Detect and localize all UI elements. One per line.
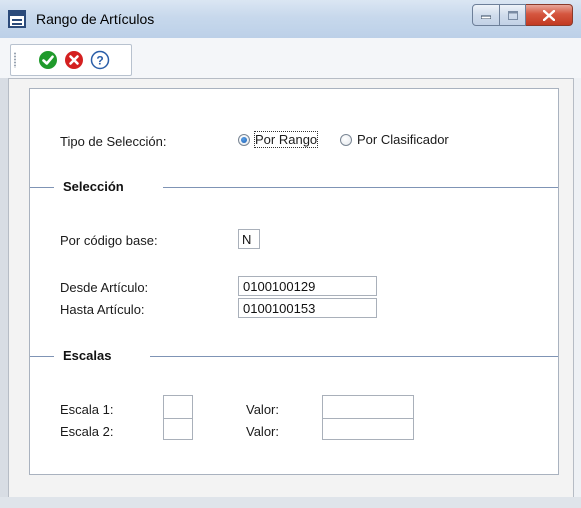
seleccion-group-title: Selección <box>63 179 124 194</box>
minimize-icon <box>481 15 491 19</box>
radio-por-clasificador-button[interactable] <box>340 133 352 146</box>
minimize-button[interactable] <box>472 4 500 26</box>
title-bar[interactable]: Rango de Artículos <box>0 0 581 39</box>
escala-2-label: Escala 2: <box>60 424 114 439</box>
toolbar: ? <box>0 38 581 78</box>
confirm-check-icon[interactable] <box>38 50 58 70</box>
help-question-icon[interactable]: ? <box>90 50 110 70</box>
hasta-articulo-field[interactable] <box>238 298 377 318</box>
app-window-icon <box>8 10 26 28</box>
escalas-group-title: Escalas <box>63 348 112 363</box>
hasta-articulo-label: Hasta Artículo: <box>60 302 145 317</box>
codigo-base-label: Por código base: <box>60 233 158 248</box>
radio-por-rango[interactable]: Por Rango <box>238 131 319 148</box>
seleccion-divider-right <box>163 187 558 188</box>
left-edge <box>0 78 8 508</box>
form-panel: Tipo de Selección: Por Rango Por Clasifi… <box>29 88 559 475</box>
close-icon <box>543 9 555 21</box>
valor-1-field[interactable] <box>322 395 414 419</box>
valor-2-field[interactable] <box>322 418 414 440</box>
desde-articulo-field[interactable] <box>238 276 377 296</box>
escala-1-label: Escala 1: <box>60 402 114 417</box>
cancel-x-icon[interactable] <box>64 50 84 70</box>
valor-2-label: Valor: <box>246 424 279 439</box>
escala-1-field[interactable] <box>163 395 193 419</box>
escalas-divider-right <box>150 356 558 357</box>
escala-2-field[interactable] <box>163 418 193 440</box>
codigo-base-field[interactable] <box>238 229 260 249</box>
escalas-divider-left <box>30 356 54 357</box>
radio-por-clasificador-label[interactable]: Por Clasificador <box>357 132 449 147</box>
radio-por-rango-label[interactable]: Por Rango <box>253 131 319 148</box>
radio-por-rango-button[interactable] <box>238 133 250 146</box>
toolbar-button-group: ? <box>10 44 132 76</box>
radio-por-clasificador[interactable]: Por Clasificador <box>340 132 449 147</box>
maximize-icon <box>507 10 518 20</box>
seleccion-divider-left <box>30 187 54 188</box>
maximize-button[interactable] <box>500 4 526 26</box>
svg-text:?: ? <box>96 54 103 68</box>
desde-articulo-label: Desde Artículo: <box>60 280 149 295</box>
tipo-seleccion-label: Tipo de Selección: <box>60 134 167 149</box>
bottom-strip <box>0 497 581 508</box>
valor-1-label: Valor: <box>246 402 279 417</box>
close-button[interactable] <box>526 4 573 26</box>
window-title: Rango de Artículos <box>36 11 155 27</box>
toolbar-grip[interactable] <box>14 52 16 68</box>
